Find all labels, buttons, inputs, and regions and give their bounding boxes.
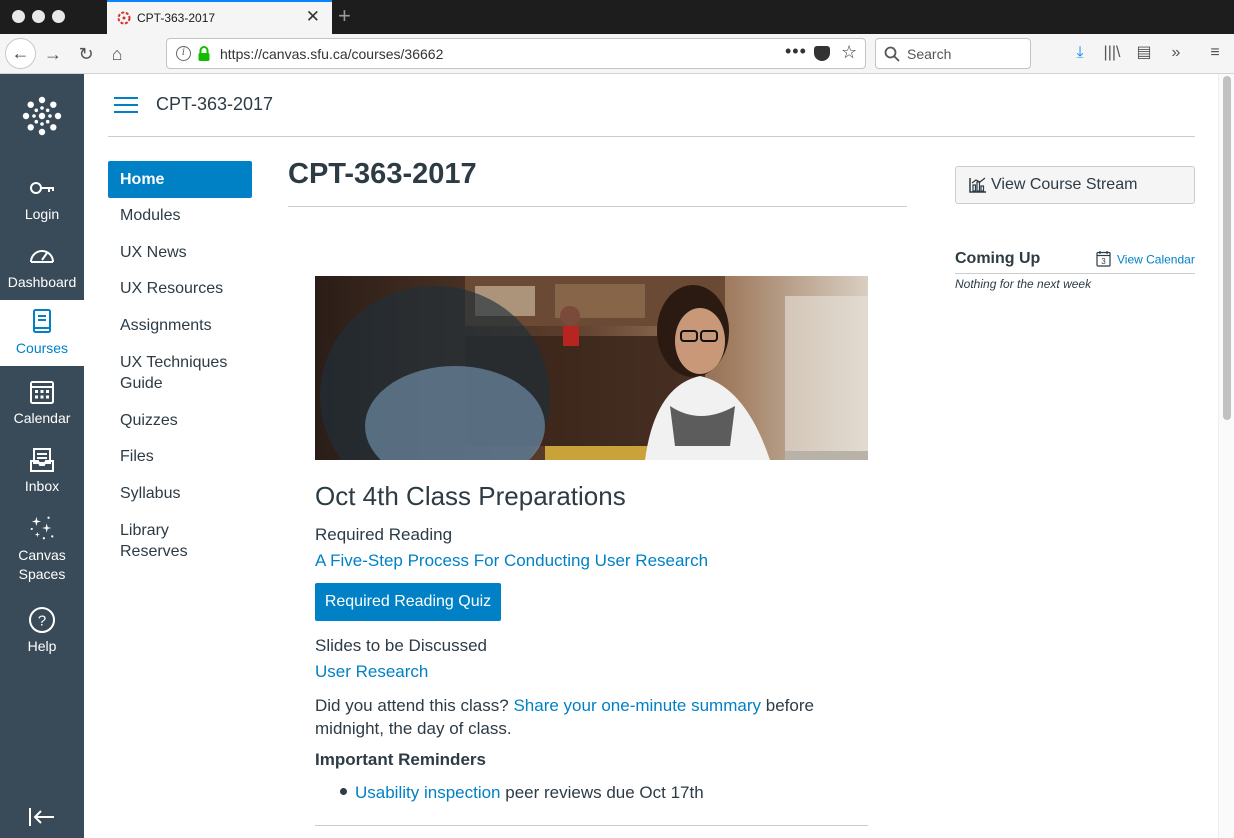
page-scrollbar[interactable] [1218,74,1234,838]
course-nav-home[interactable]: Home [108,161,252,198]
global-nav-login-label: Login [24,206,60,222]
browser-menu-icon[interactable]: ≡ [1203,41,1227,65]
user-research-slides-link[interactable]: User Research [315,662,428,681]
header-divider [108,136,1195,137]
usability-inspection-link[interactable]: Usability inspection [355,783,501,802]
forward-icon[interactable]: → [40,41,66,67]
browser-tab[interactable]: CPT-363-2017 ✕ [107,0,332,34]
global-nav-login[interactable]: Login [0,168,84,232]
pocket-icon[interactable] [814,46,830,61]
global-nav-canvas-spaces[interactable]: Canvas Spaces [0,512,84,592]
search-placeholder: Search [907,46,952,62]
banner-image [315,276,868,460]
reload-icon[interactable]: ↻ [73,41,99,67]
global-nav-courses[interactable]: Courses [0,300,84,366]
global-nav-help[interactable]: ? Help [0,604,84,664]
tab-title: CPT-363-2017 [137,11,216,25]
window-zoom-dot[interactable] [52,10,65,23]
library-icon[interactable]: |||\ [1100,41,1124,65]
course-menu-toggle-icon[interactable] [114,97,138,115]
view-calendar-link[interactable]: 3 View Calendar [1096,251,1195,269]
help-icon: ? [29,607,55,633]
required-reading-link[interactable]: A Five-Step Process For Conducting User … [315,551,708,570]
global-nav-help-label: Help [27,638,57,654]
window-minimize-dot[interactable] [32,10,45,23]
view-course-stream-label: View Course Stream [991,176,1138,193]
required-reading-label: Required Reading [315,525,453,544]
global-navigation: Login Dashboard Courses Calendar Inbox C… [0,74,84,838]
one-minute-summary-link[interactable]: Share your one-minute summary [513,696,761,715]
course-nav-assignments[interactable]: Assignments [108,307,252,344]
course-nav-library-reserves[interactable]: Library Reserves [108,512,252,570]
calendar-day-number: 3 [1101,257,1106,266]
view-calendar-label: View Calendar [1117,252,1195,267]
global-nav-inbox-label: Inbox [24,478,60,494]
content-divider [315,825,868,826]
reminder-text: peer reviews due Oct 17th [505,783,704,802]
course-nav-ux-resources[interactable]: UX Resources [108,270,252,307]
global-nav-canvas-spaces-label-1: Canvas [18,547,66,563]
sparkle-icon [30,516,54,540]
global-nav-calendar-label: Calendar [13,410,71,426]
slides-label: Slides to be Discussed [315,636,487,655]
course-nav-ux-techniques-guide[interactable]: UX Techniques Guide [108,344,252,402]
back-icon[interactable]: ← [5,38,36,69]
course-nav-files[interactable]: Files [108,438,252,475]
page-actions-icon[interactable]: ••• [785,41,807,62]
global-nav-dashboard[interactable]: Dashboard [0,236,84,300]
course-nav-ux-news[interactable]: UX News [108,234,252,271]
view-course-stream-button[interactable]: View Course Stream [955,166,1195,204]
course-navigation: Home Modules UX News UX Resources Assign… [108,161,252,570]
browser-search-box[interactable]: Search [875,38,1031,69]
breadcrumb[interactable]: CPT-363-2017 [156,94,273,115]
bookmark-star-icon[interactable]: ☆ [841,42,857,63]
coming-up-heading: Coming Up [955,250,1041,267]
title-divider [288,206,907,207]
book-icon [33,309,51,333]
coming-up-divider [955,273,1195,274]
page-title: CPT-363-2017 [288,158,477,190]
course-nav-modules[interactable]: Modules [108,197,252,234]
download-icon[interactable]: ⤓ [1068,41,1092,65]
collapse-nav-icon[interactable] [28,806,56,828]
canvas-favicon-icon [117,11,131,25]
reminders-heading: Important Reminders [315,750,486,769]
calendar-small-icon: 3 [1096,251,1111,267]
inbox-icon [30,448,54,472]
chart-icon [969,177,986,193]
speedometer-icon [30,250,54,263]
url-bar[interactable]: i https://canvas.sfu.ca/courses/36662 ••… [166,38,866,69]
home-icon[interactable]: ⌂ [104,41,130,67]
browser-navbar: ← → ↻ ⌂ i https://canvas.sfu.ca/courses/… [0,34,1234,74]
required-reading-quiz-button[interactable]: Required Reading Quiz [315,583,501,621]
overflow-chevron-icon[interactable]: » [1164,41,1188,65]
sidebar-toggle-icon[interactable]: ▤ [1132,41,1156,65]
lock-icon [198,46,210,61]
bullet-icon [340,788,347,796]
new-tab-icon[interactable]: + [338,4,351,28]
section-heading: Oct 4th Class Preparations [315,481,626,511]
global-nav-courses-label: Courses [15,340,69,356]
list-item: Usability inspection peer reviews due Oc… [340,783,704,803]
url-text[interactable]: https://canvas.sfu.ca/courses/36662 [220,46,443,62]
course-nav-quizzes[interactable]: Quizzes [108,402,252,439]
browser-titlebar: CPT-363-2017 ✕ + [0,0,1234,34]
global-nav-dashboard-label: Dashboard [7,274,77,290]
svg-text:?: ? [38,613,46,630]
coming-up-empty-text: Nothing for the next week [955,277,1092,291]
attendance-prefix: Did you attend this class? [315,696,509,715]
course-nav-syllabus[interactable]: Syllabus [108,475,252,512]
attendance-paragraph: Did you attend this class? Share your on… [315,694,855,740]
global-nav-canvas-spaces-label-2: Spaces [18,566,66,582]
search-icon [884,46,900,62]
canvas-logo-icon[interactable] [20,94,64,138]
site-info-icon[interactable]: i [176,46,191,61]
global-nav-calendar[interactable]: Calendar [0,374,84,438]
key-icon [30,182,54,194]
window-close-dot[interactable] [12,10,25,23]
tab-close-icon[interactable]: ✕ [306,8,320,26]
calendar-icon [30,381,54,404]
global-nav-inbox[interactable]: Inbox [0,442,84,506]
scrollbar-thumb[interactable] [1223,76,1231,420]
